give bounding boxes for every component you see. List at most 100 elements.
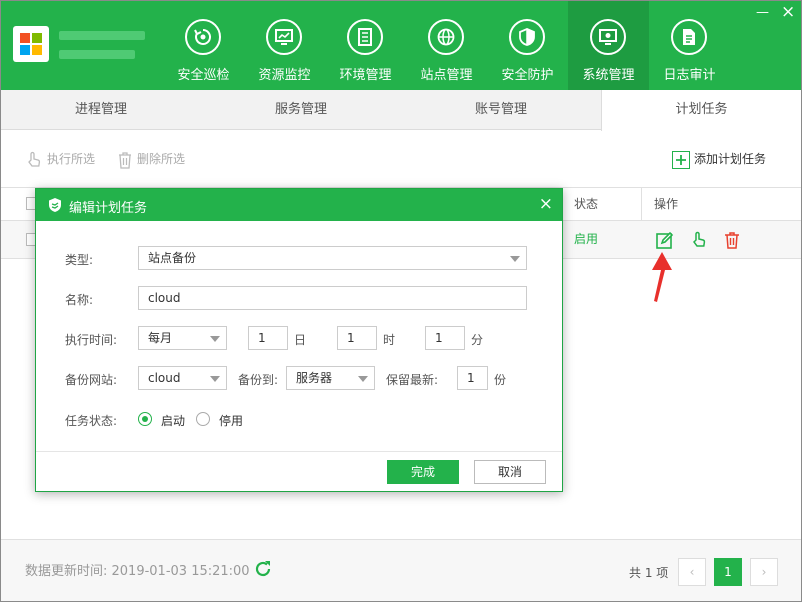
name-input-value: cloud xyxy=(148,291,181,305)
nav-item-protection[interactable]: 安全防护 xyxy=(487,1,568,90)
status-disable-label[interactable]: 停用 xyxy=(219,412,243,429)
minute-input[interactable]: 1 xyxy=(425,326,465,350)
day-unit: 日 xyxy=(294,333,307,347)
minute-input-value: 1 xyxy=(435,331,443,345)
period-select[interactable]: 每月 xyxy=(138,326,227,350)
add-scheduled-task-label: 添加计划任务 xyxy=(694,152,767,166)
sub-tabs: 进程管理 服务管理 账号管理 计划任务 xyxy=(1,90,801,131)
nav-item-audit[interactable]: 日志审计 xyxy=(649,1,730,90)
keep-latest-value: 1 xyxy=(467,371,475,385)
column-header-status: 状态 xyxy=(574,197,599,211)
nav-item-label: 环境管理 xyxy=(339,68,392,83)
annotation-arrow-icon xyxy=(652,252,672,302)
toolbar: 执行所选 删除所选 添加计划任务 xyxy=(1,130,801,187)
close-window-button[interactable]: × xyxy=(781,2,795,22)
confirm-button[interactable]: 完成 xyxy=(387,460,459,484)
backup-to-label: 备份到: xyxy=(238,373,279,387)
dialog-body: 类型: 站点备份 名称: cloud 执行时间: 每月 1 日 1 时 1 分 … xyxy=(36,221,562,451)
type-select[interactable]: 站点备份 xyxy=(138,246,527,270)
nav-item-label: 资源监控 xyxy=(258,68,311,83)
tab-account[interactable]: 账号管理 xyxy=(401,90,601,130)
dialog-title-bar: 编辑计划任务 × xyxy=(36,189,562,221)
shield-logo-icon xyxy=(49,198,61,212)
next-page-button[interactable]: › xyxy=(750,558,778,586)
delete-selected-label: 删除所选 xyxy=(137,152,186,166)
shield-icon xyxy=(509,19,545,55)
day-input[interactable]: 1 xyxy=(248,326,288,350)
day-input-value: 1 xyxy=(258,331,266,345)
minute-unit: 分 xyxy=(471,333,484,347)
tab-scheduled-task[interactable]: 计划任务 xyxy=(601,90,801,131)
dialog-title: 编辑计划任务 xyxy=(69,201,148,216)
backup-to-value: 服务器 xyxy=(296,371,333,385)
name-label: 名称: xyxy=(65,293,94,307)
execute-selected-label: 执行所选 xyxy=(47,152,96,166)
monitor-chart-icon xyxy=(266,19,302,55)
type-label: 类型: xyxy=(65,253,94,267)
nav-item-inspection[interactable]: 安全巡检 xyxy=(163,1,244,90)
trash-icon xyxy=(119,151,131,169)
hour-input-value: 1 xyxy=(347,331,355,345)
backup-site-select[interactable]: cloud xyxy=(138,366,227,390)
refresh-shield-icon xyxy=(185,19,221,55)
top-header: 安全巡检 资源监控 环境管理 站点管理 安全防护 系统管理 日志审计 — × xyxy=(1,1,801,90)
close-icon[interactable]: × xyxy=(539,195,553,213)
status-badge: 启用 xyxy=(574,232,599,246)
trash-icon[interactable] xyxy=(723,231,741,249)
edit-icon[interactable] xyxy=(656,231,674,249)
total-count: 共 1 项 xyxy=(629,566,669,580)
dialog-footer: 完成 取消 xyxy=(36,451,562,491)
blurred-host-info xyxy=(59,31,145,40)
task-status-label: 任务状态: xyxy=(65,414,118,428)
tab-process[interactable]: 进程管理 xyxy=(1,90,201,130)
status-disable-radio[interactable] xyxy=(196,412,210,426)
tab-service[interactable]: 服务管理 xyxy=(201,90,401,130)
data-update-time: 数据更新时间: 2019-01-03 15:21:00 xyxy=(25,564,250,579)
delete-selected-button[interactable]: 删除所选 xyxy=(117,150,186,169)
nav-item-monitor[interactable]: 资源监控 xyxy=(244,1,325,90)
windows-logo-icon xyxy=(13,26,49,62)
status-enable-label[interactable]: 启动 xyxy=(161,412,185,429)
nav-item-environment[interactable]: 环境管理 xyxy=(325,1,406,90)
name-input[interactable]: cloud xyxy=(138,286,527,310)
period-select-value: 每月 xyxy=(148,331,173,345)
hand-pointer-icon[interactable] xyxy=(690,231,708,249)
nav-item-label: 安全防护 xyxy=(501,68,554,83)
exec-time-label: 执行时间: xyxy=(65,333,118,347)
status-enable-radio[interactable] xyxy=(138,412,152,426)
cancel-button[interactable]: 取消 xyxy=(474,460,546,484)
column-header-actions: 操作 xyxy=(654,197,679,211)
hand-pointer-icon xyxy=(28,151,41,167)
nav-item-label: 安全巡检 xyxy=(177,68,230,83)
nav-item-sites[interactable]: 站点管理 xyxy=(406,1,487,90)
nav-item-label: 日志审计 xyxy=(663,68,716,83)
hour-unit: 时 xyxy=(383,333,396,347)
add-scheduled-task-button[interactable]: 添加计划任务 xyxy=(672,150,767,169)
prev-page-button[interactable]: ‹ xyxy=(678,558,706,586)
keep-latest-input[interactable]: 1 xyxy=(457,366,488,390)
plus-box-icon xyxy=(672,150,690,169)
nav-item-label: 站点管理 xyxy=(420,68,473,83)
keep-latest-unit: 份 xyxy=(494,373,507,387)
document-icon xyxy=(671,19,707,55)
page-number-button[interactable]: 1 xyxy=(714,558,742,586)
nav-item-system[interactable]: 系统管理 xyxy=(568,1,649,90)
hour-input[interactable]: 1 xyxy=(337,326,377,350)
execute-selected-button[interactable]: 执行所选 xyxy=(25,150,95,168)
server-stack-icon xyxy=(347,19,383,55)
nav-item-label: 系统管理 xyxy=(582,68,635,83)
footer-bar: 数据更新时间: 2019-01-03 15:21:00 共 1 项 ‹ 1 › xyxy=(1,539,801,601)
backup-site-label: 备份网站: xyxy=(65,373,118,387)
minimize-button[interactable]: — xyxy=(756,5,769,20)
backup-to-select[interactable]: 服务器 xyxy=(286,366,375,390)
backup-site-value: cloud xyxy=(148,371,181,385)
keep-latest-label: 保留最新: xyxy=(386,373,439,387)
type-select-value: 站点备份 xyxy=(148,251,197,265)
app-window: 安全巡检 资源监控 环境管理 站点管理 安全防护 系统管理 日志审计 — × 进… xyxy=(0,0,802,602)
column-divider xyxy=(641,188,642,220)
system-monitor-icon xyxy=(590,19,626,55)
globe-icon xyxy=(428,19,464,55)
refresh-icon[interactable] xyxy=(253,559,273,579)
edit-task-dialog: 编辑计划任务 × 类型: 站点备份 名称: cloud 执行时间: 每月 1 日… xyxy=(35,188,563,492)
main-nav: 安全巡检 资源监控 环境管理 站点管理 安全防护 系统管理 日志审计 xyxy=(163,1,730,90)
